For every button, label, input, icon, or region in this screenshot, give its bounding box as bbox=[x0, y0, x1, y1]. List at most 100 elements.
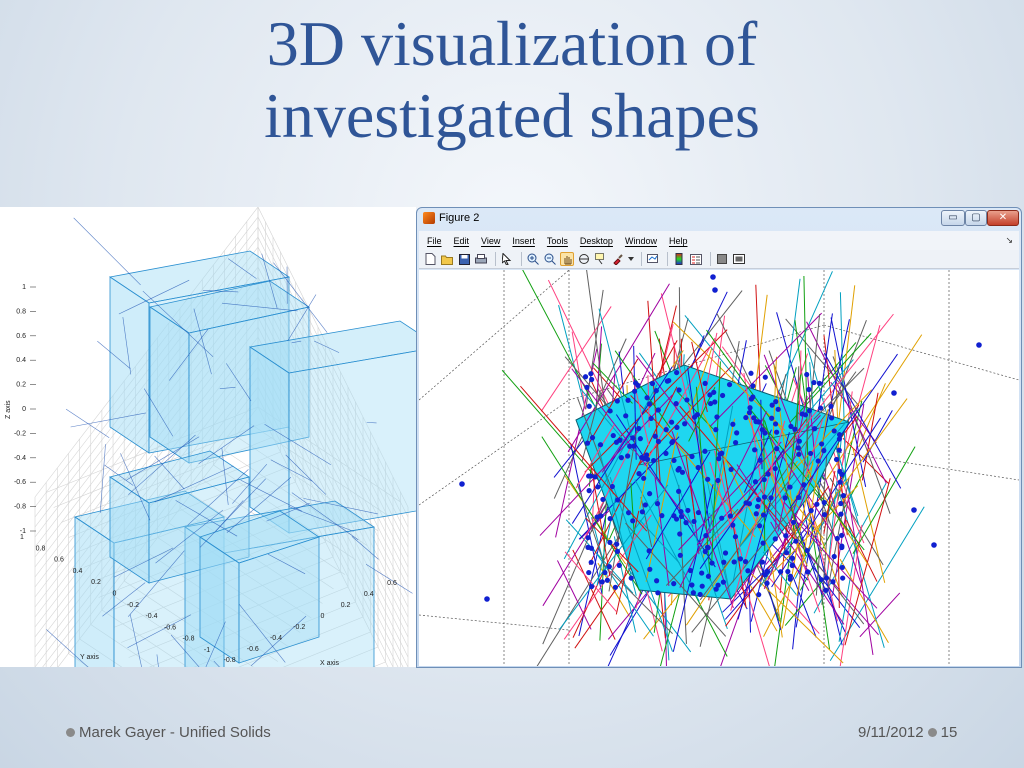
sample-point bbox=[727, 513, 733, 519]
sample-point bbox=[750, 383, 756, 389]
sample-point bbox=[709, 560, 715, 566]
menu-view[interactable]: View bbox=[481, 236, 500, 246]
sample-point bbox=[775, 406, 781, 412]
slide-title-line-2: investigated shapes bbox=[264, 80, 760, 151]
pan-hand-icon[interactable] bbox=[560, 252, 574, 266]
sample-point bbox=[582, 374, 589, 380]
close-button[interactable]: ✕ bbox=[987, 210, 1019, 226]
z-tick-label: 0.6 bbox=[16, 333, 26, 340]
sample-point bbox=[678, 513, 685, 520]
select-arrow-icon[interactable] bbox=[500, 252, 514, 266]
sample-point bbox=[976, 342, 982, 348]
sample-point bbox=[607, 539, 613, 545]
normal-vector bbox=[761, 440, 763, 470]
sample-point bbox=[647, 566, 653, 572]
sample-point bbox=[678, 509, 684, 515]
brush-icon[interactable] bbox=[611, 252, 625, 266]
sample-point bbox=[818, 577, 824, 583]
minimize-button[interactable]: ▭ bbox=[941, 210, 965, 226]
sample-point bbox=[761, 476, 767, 483]
sample-point bbox=[726, 381, 733, 388]
rotate-3d-icon[interactable] bbox=[577, 252, 591, 266]
sample-point bbox=[795, 494, 802, 501]
save-icon[interactable] bbox=[457, 252, 471, 266]
mesh-edge bbox=[99, 444, 106, 513]
sample-point bbox=[636, 425, 642, 432]
sample-point bbox=[674, 369, 680, 376]
sample-point bbox=[796, 451, 802, 457]
show-plot-tools-icon[interactable] bbox=[732, 252, 746, 266]
hide-plot-tools-icon[interactable] bbox=[715, 252, 729, 266]
sample-point bbox=[828, 403, 834, 409]
sample-point bbox=[615, 497, 621, 503]
window-titlebar[interactable]: Figure 2 ▭ ▢ ✕ bbox=[417, 208, 1021, 230]
normal-vector bbox=[609, 597, 646, 656]
sample-point bbox=[646, 548, 652, 554]
brush-options-icon[interactable] bbox=[628, 252, 634, 266]
sample-point bbox=[719, 450, 725, 456]
normal-vector bbox=[592, 362, 617, 388]
zoom-in-icon[interactable] bbox=[526, 252, 540, 266]
maximize-button[interactable]: ▢ bbox=[965, 210, 987, 226]
toolbar-separator bbox=[641, 252, 642, 266]
z-tick-label: -0.6 bbox=[14, 479, 26, 486]
sample-point bbox=[652, 433, 658, 439]
menu-edit[interactable]: Edit bbox=[454, 236, 470, 246]
link-plot-icon[interactable] bbox=[646, 252, 660, 266]
menu-tools[interactable]: Tools bbox=[547, 236, 568, 246]
sample-point bbox=[747, 405, 753, 411]
menu-insert[interactable]: Insert bbox=[512, 236, 535, 246]
menu-file[interactable]: File bbox=[427, 236, 442, 246]
sample-point bbox=[840, 493, 847, 499]
z-axis-label: Z axis bbox=[5, 400, 12, 419]
solid-face bbox=[74, 516, 115, 667]
normal-vector bbox=[540, 367, 571, 412]
figure-toolbar bbox=[419, 250, 1019, 269]
sample-point bbox=[755, 503, 761, 510]
sample-point bbox=[703, 533, 709, 539]
sample-point bbox=[821, 448, 827, 454]
sample-point bbox=[588, 473, 594, 479]
normal-vector bbox=[558, 305, 575, 366]
sample-point bbox=[807, 450, 814, 457]
sample-point bbox=[685, 507, 691, 514]
sample-point bbox=[816, 380, 823, 386]
sample-point bbox=[815, 458, 821, 464]
y-tick-label: 0.4 bbox=[73, 568, 83, 575]
sample-point bbox=[911, 507, 917, 513]
sample-point bbox=[637, 436, 643, 442]
sample-point bbox=[663, 427, 669, 433]
sample-point bbox=[676, 465, 682, 472]
legend-icon[interactable] bbox=[689, 252, 703, 266]
figure-window[interactable]: Figure 2 ▭ ▢ ✕ File Edit View Insert Too… bbox=[416, 207, 1022, 668]
dock-arrow-icon[interactable]: ↘ bbox=[1005, 235, 1013, 246]
sample-point bbox=[792, 426, 798, 432]
open-folder-icon[interactable] bbox=[440, 252, 454, 266]
z-tick-label: 0 bbox=[22, 406, 26, 413]
sample-point bbox=[674, 424, 680, 430]
menu-desktop[interactable]: Desktop bbox=[580, 236, 613, 246]
normal-vector bbox=[536, 598, 580, 666]
menu-bar: File Edit View Insert Tools Desktop Wind… bbox=[419, 231, 1019, 250]
new-file-icon[interactable] bbox=[423, 252, 437, 266]
sample-point bbox=[760, 540, 766, 546]
normal-vector bbox=[834, 474, 865, 544]
normal-vector bbox=[547, 279, 590, 364]
sample-point bbox=[837, 479, 843, 485]
menu-window[interactable]: Window bbox=[625, 236, 657, 246]
sample-point bbox=[891, 390, 897, 396]
normal-vector bbox=[574, 584, 620, 649]
sample-point bbox=[804, 371, 810, 378]
sample-point bbox=[831, 428, 837, 434]
sample-point bbox=[589, 435, 596, 441]
print-icon[interactable] bbox=[474, 252, 488, 266]
data-cursor-icon[interactable] bbox=[594, 252, 608, 266]
colorbar-icon[interactable] bbox=[672, 252, 686, 266]
left-3d-plot: 1 0.8 0.6 0.4 0.2 0 -0.2 -0.4 -0.6 -0.8 -1 1 0.8 0.6… bbox=[0, 207, 416, 667]
menu-help[interactable]: Help bbox=[669, 236, 688, 246]
normal-vector bbox=[755, 284, 760, 365]
zoom-out-icon[interactable] bbox=[543, 252, 557, 266]
normal-vector bbox=[864, 582, 885, 648]
footer-bullet bbox=[66, 727, 75, 737]
figure-canvas[interactable] bbox=[419, 270, 1019, 666]
